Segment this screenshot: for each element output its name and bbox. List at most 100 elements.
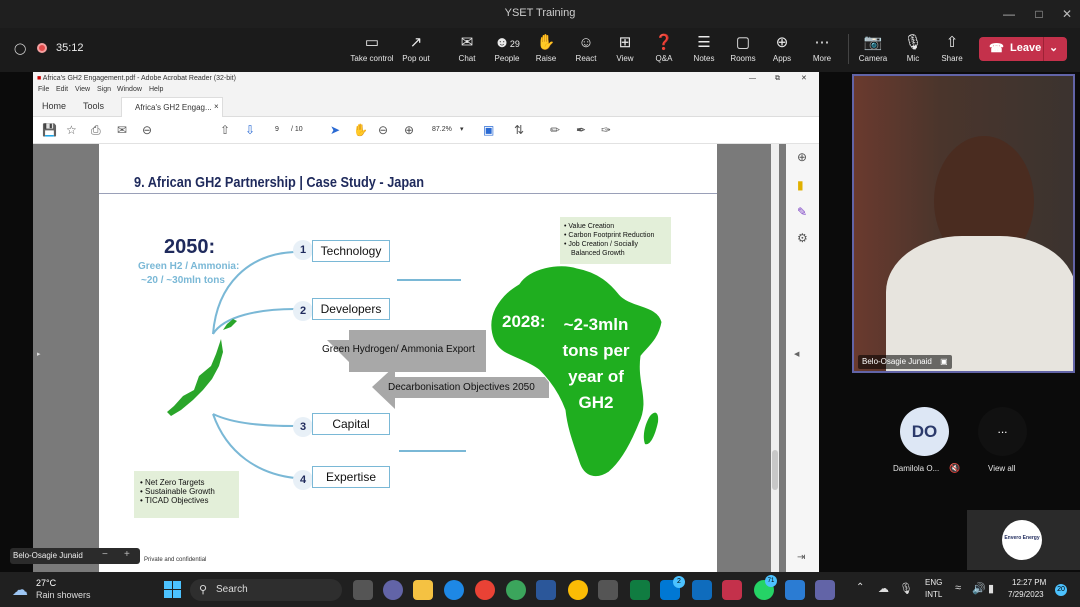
comment-icon[interactable]: ✏ bbox=[550, 123, 560, 137]
weather-desc[interactable]: Rain showers bbox=[36, 590, 91, 600]
select-cursor-icon[interactable]: ➤ bbox=[330, 123, 340, 137]
teams-chat-icon[interactable] bbox=[383, 580, 403, 600]
more-tools-icon[interactable]: ⚙ bbox=[797, 231, 808, 245]
meeting-timer: 35:12 bbox=[56, 42, 84, 54]
collapse-panel-icon[interactable]: ◀ bbox=[794, 350, 799, 358]
zoom-in-icon[interactable]: ⊕ bbox=[404, 123, 414, 137]
maximize-icon[interactable]: □ bbox=[1024, 4, 1054, 24]
chevron-up-icon[interactable]: ⌃ bbox=[856, 582, 864, 593]
scroll-mode-icon[interactable]: ⇅ bbox=[514, 123, 524, 137]
app-icon[interactable] bbox=[785, 580, 805, 600]
mic-tray-icon[interactable]: 🎙 bbox=[899, 582, 913, 595]
scrollbar-thumb[interactable] bbox=[772, 450, 778, 490]
onedrive-icon[interactable]: ☁ bbox=[878, 582, 889, 595]
save-icon[interactable]: 💾 bbox=[42, 123, 57, 137]
menu-file[interactable]: File bbox=[38, 86, 49, 93]
bookmark-star-icon[interactable]: ☆ bbox=[66, 123, 77, 137]
page-number-input[interactable]: 9 bbox=[269, 126, 285, 133]
chevron-down-icon[interactable]: ⌄ bbox=[1049, 41, 1058, 54]
taskbar-search[interactable]: ⚲ Search bbox=[190, 579, 342, 601]
close-icon[interactable]: ✕ bbox=[1052, 4, 1080, 24]
search-icon: ⚲ bbox=[199, 584, 208, 596]
tab-tools[interactable]: Tools bbox=[83, 101, 104, 111]
view-all-label[interactable]: View all bbox=[988, 464, 1015, 473]
volume-icon[interactable]: 🔊 bbox=[972, 582, 986, 595]
highlight-icon[interactable]: ✒ bbox=[576, 123, 586, 137]
edge-icon[interactable] bbox=[444, 580, 464, 600]
clock-date[interactable]: 7/29/2023 bbox=[1008, 590, 1044, 599]
restore-icon[interactable]: ⧉ bbox=[775, 72, 780, 85]
taskbar: ☁ 27°C Rain showers ⚲ Search 2 71 ⌃ ☁ 🎙 … bbox=[0, 572, 1080, 607]
japan-map bbox=[167, 339, 223, 416]
calculator-icon[interactable] bbox=[598, 580, 618, 600]
menu-help[interactable]: Help bbox=[149, 86, 163, 93]
fit-page-icon[interactable]: ▣ bbox=[483, 123, 494, 137]
zoom-out-presenter-icon[interactable]: − bbox=[102, 549, 108, 560]
more-button[interactable]: ⋯ More bbox=[796, 34, 848, 63]
chrome-profile-icon[interactable] bbox=[506, 580, 526, 600]
weather-temp[interactable]: 27°C bbox=[36, 578, 56, 588]
people-count: 29 bbox=[509, 39, 520, 49]
windows-start-icon[interactable] bbox=[164, 581, 181, 598]
scrollbar[interactable] bbox=[771, 144, 779, 572]
zoom-search-icon[interactable]: ⊕ bbox=[797, 150, 807, 164]
word-icon[interactable] bbox=[536, 580, 556, 600]
lang-eng[interactable]: ENG bbox=[925, 578, 942, 587]
expand-panel-icon[interactable]: ⇥ bbox=[797, 552, 805, 563]
acrobat-icon[interactable] bbox=[722, 580, 742, 600]
window-title-bar: YSET Training — □ ✕ bbox=[0, 0, 1080, 28]
tab-document[interactable]: Africa's GH2 Engag... × bbox=[121, 97, 223, 117]
outlook-icon[interactable] bbox=[692, 580, 712, 600]
lang-intl[interactable]: INTL bbox=[925, 590, 942, 599]
fill-sign-icon[interactable]: ✎ bbox=[797, 205, 807, 219]
more-icon: ⋯ bbox=[814, 34, 830, 51]
value-item: • Job Creation / Socially bbox=[564, 241, 639, 248]
print-icon[interactable]: ⎙ bbox=[91, 123, 101, 138]
battery-icon[interactable]: ▮ bbox=[988, 582, 994, 595]
close-icon[interactable]: ✕ bbox=[801, 72, 807, 85]
zoom-level[interactable]: 87.2% bbox=[432, 126, 452, 133]
menu-sign[interactable]: Sign bbox=[97, 86, 111, 93]
minimize-icon[interactable]: — bbox=[749, 72, 756, 85]
participant-video[interactable]: Belo-Osagie Junaid ▣ bbox=[852, 74, 1075, 373]
zoom-out-icon[interactable]: ⊖ bbox=[378, 123, 388, 137]
task-view-icon[interactable] bbox=[353, 580, 373, 600]
phone-icon: ☎ bbox=[989, 41, 1004, 55]
share-button[interactable]: ⇧ Share bbox=[926, 34, 978, 63]
close-tab-icon[interactable]: × bbox=[214, 102, 219, 111]
menu-edit[interactable]: Edit bbox=[56, 86, 68, 93]
view-all-avatar[interactable]: ... bbox=[978, 407, 1027, 456]
file-explorer-icon[interactable] bbox=[413, 580, 433, 600]
minimize-icon[interactable]: — bbox=[994, 4, 1024, 24]
avatar[interactable]: DO bbox=[900, 407, 949, 456]
notification-badge[interactable]: 20 bbox=[1055, 584, 1067, 596]
wifi-icon[interactable]: ≈ bbox=[955, 582, 961, 594]
email-icon[interactable]: ✉ bbox=[117, 123, 127, 137]
left-panel-toggle-icon[interactable]: ▸ bbox=[37, 350, 41, 358]
person-body bbox=[886, 236, 1073, 371]
chrome-icon[interactable] bbox=[475, 580, 495, 600]
page-down-icon[interactable]: ⇩ bbox=[245, 123, 255, 137]
zoom-dropdown-icon[interactable]: ▾ bbox=[460, 125, 464, 133]
menu-view[interactable]: View bbox=[75, 86, 90, 93]
page-up-icon[interactable]: ⇧ bbox=[220, 123, 230, 137]
shield-icon: ◯ bbox=[14, 43, 27, 55]
hand-tool-icon[interactable]: ✋ bbox=[353, 123, 368, 137]
video-name-tag: Belo-Osagie Junaid ▣ bbox=[858, 355, 952, 369]
leave-button[interactable]: ☎ Leave ⌄ bbox=[979, 37, 1067, 61]
pop-out-icon: ↗ bbox=[409, 34, 423, 51]
sign-icon[interactable]: ✑ bbox=[601, 123, 611, 137]
comment-panel-icon[interactable]: ▮ bbox=[797, 178, 804, 192]
madagascar-map bbox=[643, 412, 659, 445]
teams-icon[interactable] bbox=[815, 580, 835, 600]
download-app-icon[interactable] bbox=[630, 580, 650, 600]
document-area[interactable]: ▸ 9. African GH2 Partnership | Case Stud… bbox=[33, 144, 819, 572]
menu-window[interactable]: Window bbox=[117, 86, 142, 93]
pop-out-button[interactable]: ↗ Pop out bbox=[390, 34, 442, 63]
tab-home[interactable]: Home bbox=[42, 101, 66, 111]
clock-time[interactable]: 12:27 PM bbox=[1012, 578, 1046, 587]
pdf-page: 9. African GH2 Partnership | Case Study … bbox=[99, 144, 717, 572]
zoom-out-search-icon[interactable]: ⊖ bbox=[142, 123, 152, 137]
chrome-alt-icon[interactable] bbox=[568, 580, 588, 600]
zoom-in-presenter-icon[interactable]: + bbox=[124, 549, 130, 560]
